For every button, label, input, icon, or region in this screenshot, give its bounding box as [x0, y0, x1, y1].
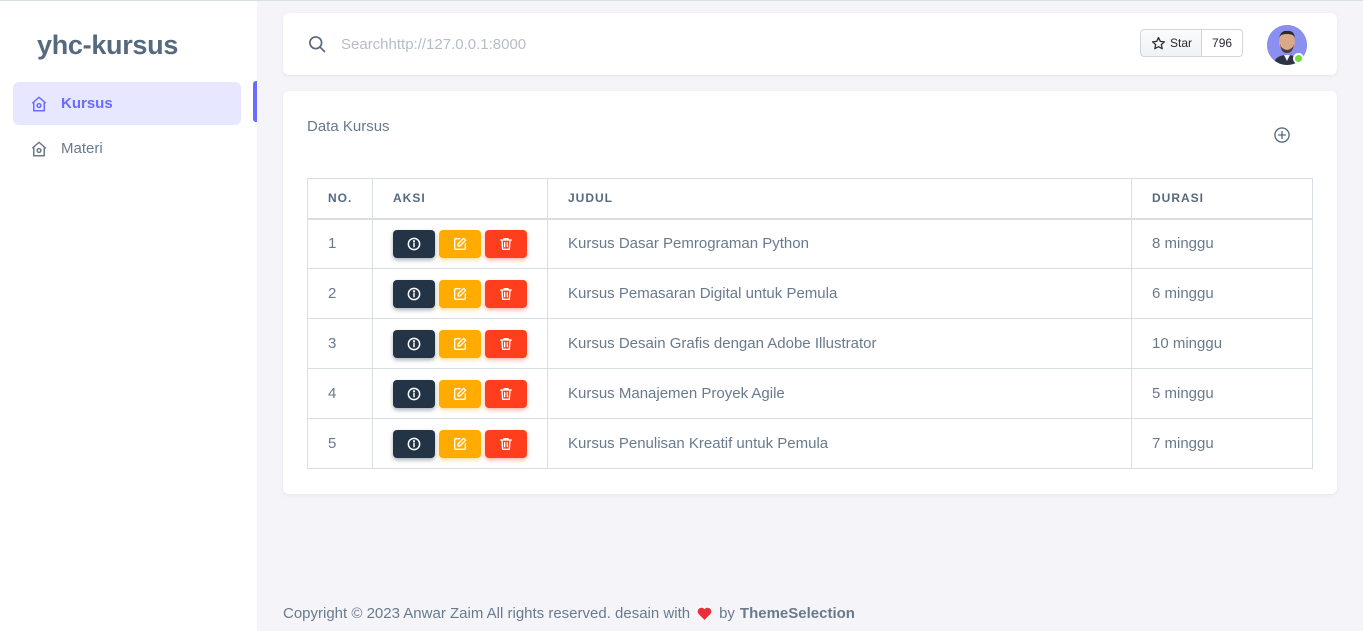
- info-button[interactable]: [393, 329, 435, 358]
- action-buttons: [393, 229, 547, 258]
- edit-button[interactable]: [439, 429, 481, 458]
- cell-durasi: 7 minggu: [1131, 418, 1313, 469]
- star-icon: [1151, 36, 1166, 49]
- cell-durasi: 5 minggu: [1131, 368, 1313, 419]
- column-header-no: NO.: [307, 178, 373, 220]
- delete-button[interactable]: [485, 429, 527, 458]
- info-button[interactable]: [393, 429, 435, 458]
- cell-judul: Kursus Desain Grafis dengan Adobe Illust…: [547, 318, 1132, 369]
- action-buttons: [393, 329, 547, 358]
- footer-link-themeselection[interactable]: ThemeSelection: [740, 605, 855, 622]
- top-navbar: Star 796: [283, 13, 1337, 75]
- sidebar-item-kursus[interactable]: Kursus: [13, 82, 241, 125]
- table-row: 3 Kursus Desain Grafis dengan Adobe Illus…: [307, 318, 1313, 369]
- kursus-table: NO. AKSI JUDUL DURASI 1 Kursus Dasar Pemr…: [307, 178, 1313, 469]
- app-brand[interactable]: yhc-kursus: [37, 30, 178, 61]
- footer-copyright: Copyright © 2023 Anwar Zaim All rights r…: [283, 605, 691, 622]
- edit-button[interactable]: [439, 329, 481, 358]
- cell-aksi: [372, 218, 548, 269]
- edit-icon: [452, 436, 468, 452]
- trash-icon: [498, 336, 514, 352]
- cell-aksi: [372, 318, 548, 369]
- sidebar-item-materi[interactable]: Materi: [13, 127, 241, 170]
- plus-circle-icon[interactable]: [1272, 125, 1292, 145]
- cell-no: 3: [307, 318, 373, 369]
- delete-button[interactable]: [485, 329, 527, 358]
- edit-button[interactable]: [439, 229, 481, 258]
- trash-icon: [498, 436, 514, 452]
- search-icon: [307, 34, 327, 54]
- edit-icon: [452, 236, 468, 252]
- action-buttons: [393, 429, 547, 458]
- cell-aksi: [372, 368, 548, 419]
- sidebar-item-label: Kursus: [61, 95, 113, 112]
- edit-icon: [452, 336, 468, 352]
- trash-icon: [498, 236, 514, 252]
- github-star-count[interactable]: 796: [1202, 29, 1244, 57]
- cell-judul: Kursus Penulisan Kreatif untuk Pemula: [547, 418, 1132, 469]
- column-header-aksi: AKSI: [372, 178, 548, 220]
- card-title: Data Kursus: [307, 118, 390, 135]
- sidebar-item-label: Materi: [61, 140, 103, 157]
- trash-icon: [498, 386, 514, 402]
- info-button[interactable]: [393, 229, 435, 258]
- data-card: Data Kursus NO. AKSI JUDUL DURASI 1 Kursu…: [283, 91, 1337, 494]
- cell-judul: Kursus Manajemen Proyek Agile: [547, 368, 1132, 419]
- table-header-row: NO. AKSI JUDUL DURASI: [307, 178, 1313, 220]
- footer-by: by: [719, 605, 735, 622]
- edit-button[interactable]: [439, 379, 481, 408]
- cell-durasi: 10 minggu: [1131, 318, 1313, 369]
- table-row: 5 Kursus Penulisan Kreatif untuk Pemula 7 …: [307, 418, 1313, 469]
- action-buttons: [393, 379, 547, 408]
- cell-aksi: [372, 418, 548, 469]
- table-row: 1 Kursus Dasar Pemrograman Python 8 minggu: [307, 218, 1313, 269]
- delete-button[interactable]: [485, 379, 527, 408]
- star-label: Star: [1170, 36, 1193, 50]
- info-icon: [406, 386, 422, 402]
- cell-no: 5: [307, 418, 373, 469]
- action-buttons: [393, 279, 547, 308]
- edit-icon: [452, 386, 468, 402]
- github-star-widget: Star 796: [1140, 29, 1244, 57]
- cell-judul: Kursus Dasar Pemrograman Python: [547, 218, 1132, 269]
- edit-icon: [452, 286, 468, 302]
- cell-no: 4: [307, 368, 373, 419]
- table-row: 2 Kursus Pemasaran Digital untuk Pemula 6 …: [307, 268, 1313, 319]
- github-star-button[interactable]: Star: [1140, 29, 1203, 57]
- online-status-dot: [1293, 53, 1304, 64]
- column-header-judul: JUDUL: [547, 178, 1132, 220]
- cell-durasi: 8 minggu: [1131, 218, 1313, 269]
- footer: Copyright © 2023 Anwar Zaim All rights r…: [283, 605, 855, 622]
- info-icon: [406, 286, 422, 302]
- column-header-durasi: DURASI: [1131, 178, 1313, 220]
- info-icon: [406, 236, 422, 252]
- active-indicator: [253, 81, 257, 122]
- info-button[interactable]: [393, 379, 435, 408]
- cell-aksi: [372, 268, 548, 319]
- cell-no: 2: [307, 268, 373, 319]
- heart-icon: [696, 605, 713, 622]
- info-icon: [406, 336, 422, 352]
- sidebar: yhc-kursus Kursus Materi: [0, 1, 257, 631]
- edit-button[interactable]: [439, 279, 481, 308]
- table-row: 4 Kursus Manajemen Proyek Agile 5 minggu: [307, 368, 1313, 419]
- cell-judul: Kursus Pemasaran Digital untuk Pemula: [547, 268, 1132, 319]
- delete-button[interactable]: [485, 229, 527, 258]
- cell-durasi: 6 minggu: [1131, 268, 1313, 319]
- home-icon: [30, 140, 48, 158]
- delete-button[interactable]: [485, 279, 527, 308]
- info-icon: [406, 436, 422, 452]
- cell-no: 1: [307, 218, 373, 269]
- info-button[interactable]: [393, 279, 435, 308]
- search-input[interactable]: [341, 32, 527, 56]
- home-icon: [30, 95, 48, 113]
- trash-icon: [498, 286, 514, 302]
